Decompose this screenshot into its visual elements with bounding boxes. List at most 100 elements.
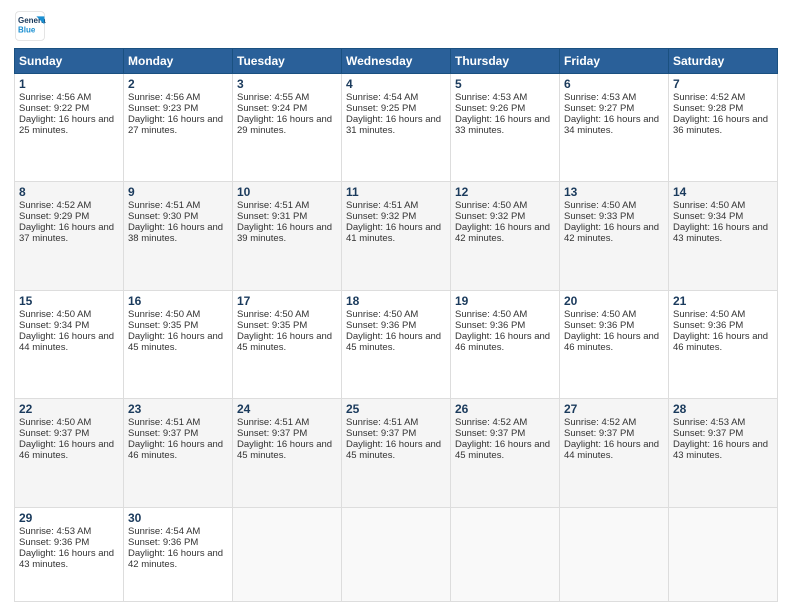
calendar-cell: 5Sunrise: 4:53 AMSunset: 9:26 PMDaylight… xyxy=(451,74,560,182)
daylight-label: Daylight: 16 hours and 46 minutes. xyxy=(564,331,659,353)
daylight-label: Daylight: 16 hours and 45 minutes. xyxy=(346,439,441,461)
day-number: 30 xyxy=(128,511,228,525)
logo: General Blue xyxy=(14,10,50,42)
calendar-cell: 25Sunrise: 4:51 AMSunset: 9:37 PMDayligh… xyxy=(342,399,451,507)
calendar-cell: 18Sunrise: 4:50 AMSunset: 9:36 PMDayligh… xyxy=(342,290,451,398)
daylight-label: Daylight: 16 hours and 27 minutes. xyxy=(128,114,223,136)
sunset: Sunset: 9:33 PM xyxy=(564,211,634,222)
sunset: Sunset: 9:37 PM xyxy=(564,428,634,439)
day-number: 9 xyxy=(128,185,228,199)
day-number: 2 xyxy=(128,77,228,91)
calendar-cell: 24Sunrise: 4:51 AMSunset: 9:37 PMDayligh… xyxy=(233,399,342,507)
calendar-cell xyxy=(342,507,451,602)
sunset: Sunset: 9:36 PM xyxy=(19,537,89,548)
sunrise: Sunrise: 4:51 AM xyxy=(237,200,309,211)
day-number: 16 xyxy=(128,294,228,308)
daylight-label: Daylight: 16 hours and 31 minutes. xyxy=(346,114,441,136)
sunset: Sunset: 9:37 PM xyxy=(455,428,525,439)
daylight-label: Daylight: 16 hours and 38 minutes. xyxy=(128,222,223,244)
day-number: 3 xyxy=(237,77,337,91)
day-number: 21 xyxy=(673,294,773,308)
sunset: Sunset: 9:27 PM xyxy=(564,103,634,114)
day-number: 19 xyxy=(455,294,555,308)
header: General Blue xyxy=(14,10,778,42)
calendar-cell xyxy=(669,507,778,602)
daylight-label: Daylight: 16 hours and 44 minutes. xyxy=(564,439,659,461)
day-number: 28 xyxy=(673,402,773,416)
col-sunday: Sunday xyxy=(15,49,124,74)
daylight-label: Daylight: 16 hours and 46 minutes. xyxy=(128,439,223,461)
sunrise: Sunrise: 4:56 AM xyxy=(128,92,200,103)
calendar-cell: 4Sunrise: 4:54 AMSunset: 9:25 PMDaylight… xyxy=(342,74,451,182)
sunset: Sunset: 9:36 PM xyxy=(455,320,525,331)
calendar-cell: 2Sunrise: 4:56 AMSunset: 9:23 PMDaylight… xyxy=(124,74,233,182)
daylight-label: Daylight: 16 hours and 42 minutes. xyxy=(564,222,659,244)
calendar-cell: 9Sunrise: 4:51 AMSunset: 9:30 PMDaylight… xyxy=(124,182,233,290)
day-number: 22 xyxy=(19,402,119,416)
sunset: Sunset: 9:34 PM xyxy=(19,320,89,331)
daylight-label: Daylight: 16 hours and 33 minutes. xyxy=(455,114,550,136)
sunrise: Sunrise: 4:53 AM xyxy=(19,526,91,537)
daylight-label: Daylight: 16 hours and 45 minutes. xyxy=(346,331,441,353)
sunrise: Sunrise: 4:53 AM xyxy=(455,92,527,103)
day-number: 8 xyxy=(19,185,119,199)
day-number: 11 xyxy=(346,185,446,199)
day-number: 5 xyxy=(455,77,555,91)
sunset: Sunset: 9:37 PM xyxy=(19,428,89,439)
sunset: Sunset: 9:28 PM xyxy=(673,103,743,114)
calendar-cell: 20Sunrise: 4:50 AMSunset: 9:36 PMDayligh… xyxy=(560,290,669,398)
calendar-cell: 10Sunrise: 4:51 AMSunset: 9:31 PMDayligh… xyxy=(233,182,342,290)
daylight-label: Daylight: 16 hours and 36 minutes. xyxy=(673,114,768,136)
calendar-cell: 8Sunrise: 4:52 AMSunset: 9:29 PMDaylight… xyxy=(15,182,124,290)
sunrise: Sunrise: 4:50 AM xyxy=(455,200,527,211)
sunrise: Sunrise: 4:55 AM xyxy=(237,92,309,103)
sunrise: Sunrise: 4:50 AM xyxy=(564,309,636,320)
daylight-label: Daylight: 16 hours and 45 minutes. xyxy=(237,439,332,461)
day-number: 26 xyxy=(455,402,555,416)
day-number: 12 xyxy=(455,185,555,199)
sunrise: Sunrise: 4:50 AM xyxy=(673,200,745,211)
daylight-label: Daylight: 16 hours and 46 minutes. xyxy=(19,439,114,461)
calendar-cell: 29Sunrise: 4:53 AMSunset: 9:36 PMDayligh… xyxy=(15,507,124,602)
daylight-label: Daylight: 16 hours and 34 minutes. xyxy=(564,114,659,136)
sunset: Sunset: 9:31 PM xyxy=(237,211,307,222)
day-number: 7 xyxy=(673,77,773,91)
calendar-cell xyxy=(451,507,560,602)
sunrise: Sunrise: 4:50 AM xyxy=(237,309,309,320)
sunset: Sunset: 9:29 PM xyxy=(19,211,89,222)
sunrise: Sunrise: 4:54 AM xyxy=(128,526,200,537)
sunset: Sunset: 9:37 PM xyxy=(346,428,416,439)
calendar-cell xyxy=(560,507,669,602)
daylight-label: Daylight: 16 hours and 46 minutes. xyxy=(455,331,550,353)
sunrise: Sunrise: 4:50 AM xyxy=(346,309,418,320)
sunset: Sunset: 9:24 PM xyxy=(237,103,307,114)
sunset: Sunset: 9:34 PM xyxy=(673,211,743,222)
sunrise: Sunrise: 4:50 AM xyxy=(128,309,200,320)
logo-icon: General Blue xyxy=(14,10,46,42)
sunrise: Sunrise: 4:50 AM xyxy=(455,309,527,320)
sunset: Sunset: 9:36 PM xyxy=(673,320,743,331)
sunset: Sunset: 9:23 PM xyxy=(128,103,198,114)
calendar-cell: 14Sunrise: 4:50 AMSunset: 9:34 PMDayligh… xyxy=(669,182,778,290)
sunset: Sunset: 9:32 PM xyxy=(346,211,416,222)
sunset: Sunset: 9:35 PM xyxy=(237,320,307,331)
daylight-label: Daylight: 16 hours and 42 minutes. xyxy=(455,222,550,244)
day-number: 13 xyxy=(564,185,664,199)
day-number: 6 xyxy=(564,77,664,91)
calendar-cell: 27Sunrise: 4:52 AMSunset: 9:37 PMDayligh… xyxy=(560,399,669,507)
sunset: Sunset: 9:25 PM xyxy=(346,103,416,114)
sunrise: Sunrise: 4:54 AM xyxy=(346,92,418,103)
calendar-cell: 13Sunrise: 4:50 AMSunset: 9:33 PMDayligh… xyxy=(560,182,669,290)
calendar-cell: 15Sunrise: 4:50 AMSunset: 9:34 PMDayligh… xyxy=(15,290,124,398)
daylight-label: Daylight: 16 hours and 43 minutes. xyxy=(673,222,768,244)
sunset: Sunset: 9:35 PM xyxy=(128,320,198,331)
daylight-label: Daylight: 16 hours and 37 minutes. xyxy=(19,222,114,244)
sunrise: Sunrise: 4:50 AM xyxy=(19,309,91,320)
calendar-cell: 23Sunrise: 4:51 AMSunset: 9:37 PMDayligh… xyxy=(124,399,233,507)
daylight-label: Daylight: 16 hours and 44 minutes. xyxy=(19,331,114,353)
sunrise: Sunrise: 4:52 AM xyxy=(564,417,636,428)
sunset: Sunset: 9:22 PM xyxy=(19,103,89,114)
calendar-cell: 7Sunrise: 4:52 AMSunset: 9:28 PMDaylight… xyxy=(669,74,778,182)
sunrise: Sunrise: 4:52 AM xyxy=(455,417,527,428)
sunset: Sunset: 9:37 PM xyxy=(237,428,307,439)
